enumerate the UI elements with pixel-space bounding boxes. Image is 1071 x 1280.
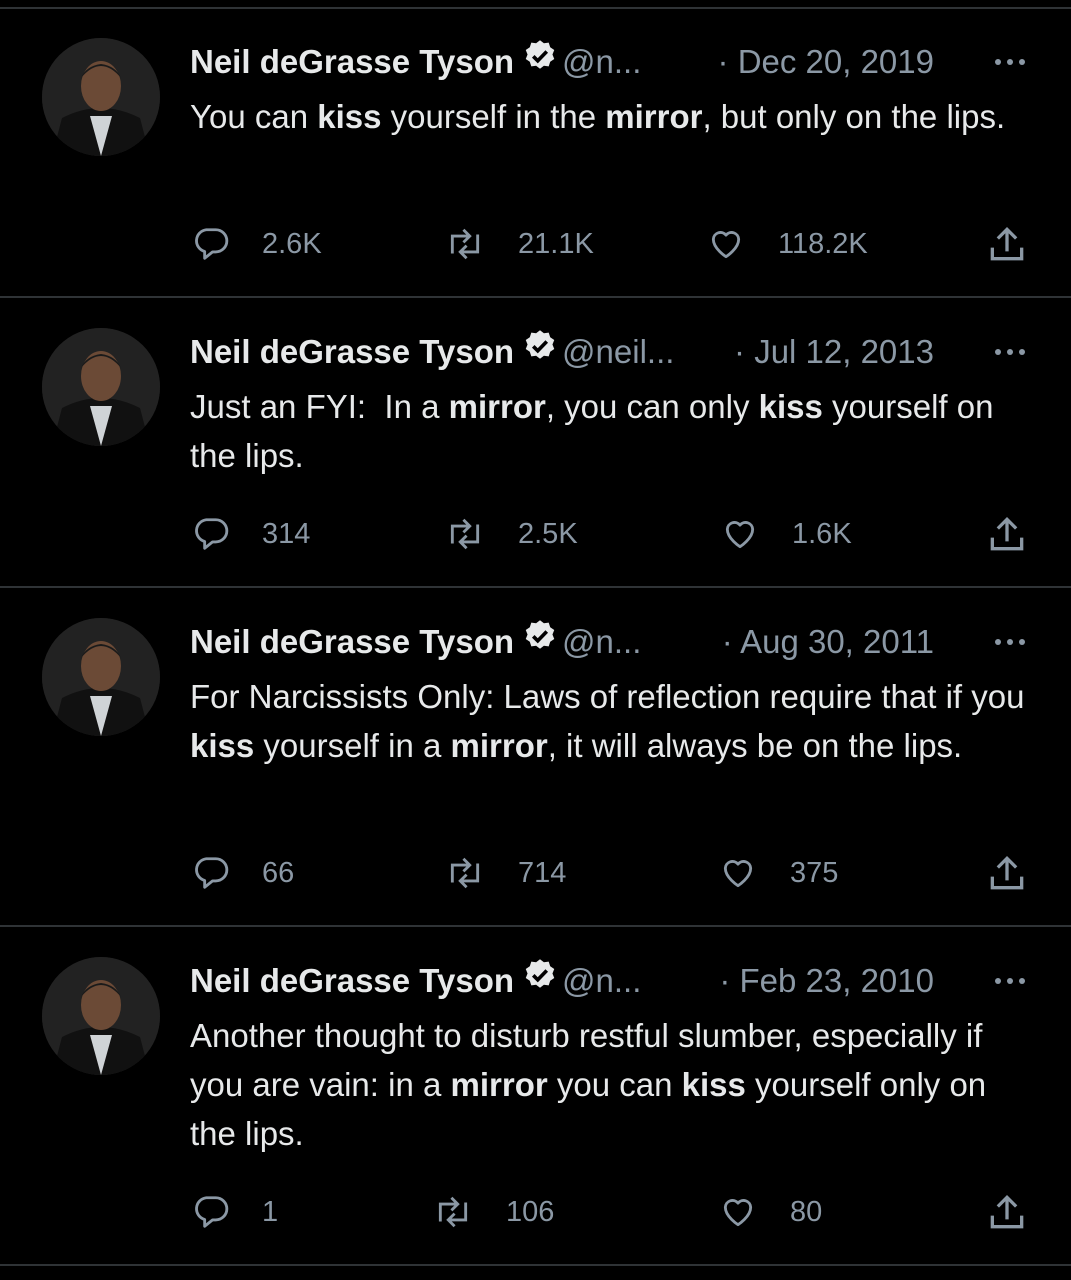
verified-badge-icon	[522, 957, 558, 1004]
separator-dot: ·	[717, 43, 729, 80]
reply-count: 66	[262, 856, 295, 889]
reply-button[interactable]: 66	[192, 851, 294, 895]
like-button[interactable]: 80	[718, 1190, 822, 1234]
reply-icon	[195, 228, 229, 260]
reply-count: 314	[262, 517, 311, 550]
more-options-icon[interactable]	[990, 620, 1030, 664]
tweet-text: Another thought to disturb restful slumb…	[190, 1017, 987, 1152]
tweet-date[interactable]: · Feb 23, 2010	[719, 959, 934, 1003]
retweet-count: 714	[518, 856, 567, 889]
tweet-text: Just an FYI: In a mirror, you can only k…	[190, 388, 994, 474]
verified-badge-icon	[522, 38, 558, 85]
retweet-button[interactable]: 714	[444, 851, 566, 895]
share-icon[interactable]	[985, 512, 1029, 556]
tweet-date[interactable]: · Aug 30, 2011	[722, 620, 934, 664]
like-button[interactable]: 1.6K	[720, 512, 852, 556]
tweet-text: For Narcissists Only: Laws of reflection…	[190, 678, 1025, 764]
retweet-icon	[438, 1196, 468, 1228]
tweet-text: You can kiss yourself in the mirror, but…	[190, 98, 1006, 135]
reply-button[interactable]: 314	[192, 512, 310, 556]
reply-button[interactable]: 1	[192, 1190, 278, 1234]
like-button[interactable]: 118.2K	[706, 222, 868, 266]
tweet-header: Neil deGrasse Tyson @n... · Dec 20, 2019	[190, 40, 950, 84]
profile-photo-icon	[42, 328, 160, 446]
verified-badge-icon	[522, 328, 558, 375]
like-count: 375	[790, 856, 839, 889]
author-name[interactable]: Neil deGrasse Tyson	[190, 623, 514, 660]
retweet-count: 2.5K	[518, 517, 578, 550]
reply-count: 1	[262, 1195, 279, 1228]
like-count: 80	[790, 1195, 823, 1228]
retweet-count: 106	[506, 1195, 555, 1228]
retweet-button[interactable]: 2.5K	[444, 512, 578, 556]
like-button[interactable]: 375	[718, 851, 838, 895]
tweet-date[interactable]: · Dec 20, 2019	[718, 40, 934, 84]
retweet-button[interactable]: 21.1K	[444, 222, 594, 266]
date-text: Feb 23, 2010	[739, 962, 935, 999]
share-icon[interactable]	[985, 1190, 1029, 1234]
separator-dot: ·	[734, 333, 746, 370]
avatar[interactable]	[42, 328, 160, 446]
verified-badge-icon	[522, 618, 558, 665]
reply-icon	[195, 518, 229, 550]
reply-count: 2.6K	[262, 227, 322, 260]
tweet-divider	[0, 586, 1071, 588]
top-divider	[0, 7, 1071, 9]
more-options-icon[interactable]	[990, 959, 1030, 1003]
like-count: 1.6K	[792, 517, 852, 550]
tweet-header: Neil deGrasse Tyson @n... · Feb 23, 2010	[190, 959, 950, 1003]
retweet-count: 21.1K	[518, 227, 594, 260]
reply-icon	[195, 1196, 229, 1228]
author-handle[interactable]: @n...	[562, 43, 641, 80]
separator-dot: ·	[719, 962, 731, 999]
author-name[interactable]: Neil deGrasse Tyson	[190, 962, 514, 999]
retweet-icon	[450, 228, 480, 260]
tweet-date[interactable]: · Jul 12, 2013	[734, 330, 934, 374]
heart-icon	[711, 231, 741, 259]
separator-dot: ·	[721, 623, 733, 660]
heart-icon	[723, 860, 753, 888]
date-text: Dec 20, 2019	[737, 43, 934, 80]
share-icon[interactable]	[985, 222, 1029, 266]
tweet-divider	[0, 296, 1071, 298]
heart-icon	[723, 1199, 753, 1227]
share-icon[interactable]	[985, 851, 1029, 895]
more-options-icon[interactable]	[990, 330, 1030, 374]
retweet-button[interactable]: 106	[432, 1190, 554, 1234]
author-handle[interactable]: @n...	[562, 623, 641, 660]
tweet-divider	[0, 1264, 1071, 1266]
author-name[interactable]: Neil deGrasse Tyson	[190, 333, 514, 370]
avatar[interactable]	[42, 38, 160, 156]
author-handle[interactable]: @n...	[562, 962, 641, 999]
tweet-header: Neil deGrasse Tyson @n... · Aug 30, 2011	[190, 620, 950, 664]
avatar[interactable]	[42, 957, 160, 1075]
date-text: Aug 30, 2011	[740, 623, 934, 660]
heart-icon	[725, 521, 755, 549]
profile-photo-icon	[42, 957, 160, 1075]
author-name[interactable]: Neil deGrasse Tyson	[190, 43, 514, 80]
reply-icon	[195, 857, 229, 889]
like-count: 118.2K	[778, 227, 868, 260]
avatar[interactable]	[42, 618, 160, 736]
tweet-header: Neil deGrasse Tyson @neil... · Jul 12, 20…	[190, 330, 950, 374]
reply-button[interactable]: 2.6K	[192, 222, 322, 266]
profile-photo-icon	[42, 38, 160, 156]
author-handle[interactable]: @neil...	[562, 333, 674, 370]
retweet-icon	[450, 518, 480, 550]
profile-photo-icon	[42, 618, 160, 736]
more-options-icon[interactable]	[990, 40, 1030, 84]
date-text: Jul 12, 2013	[754, 333, 934, 370]
retweet-icon	[450, 857, 480, 889]
tweet-divider	[0, 925, 1071, 927]
